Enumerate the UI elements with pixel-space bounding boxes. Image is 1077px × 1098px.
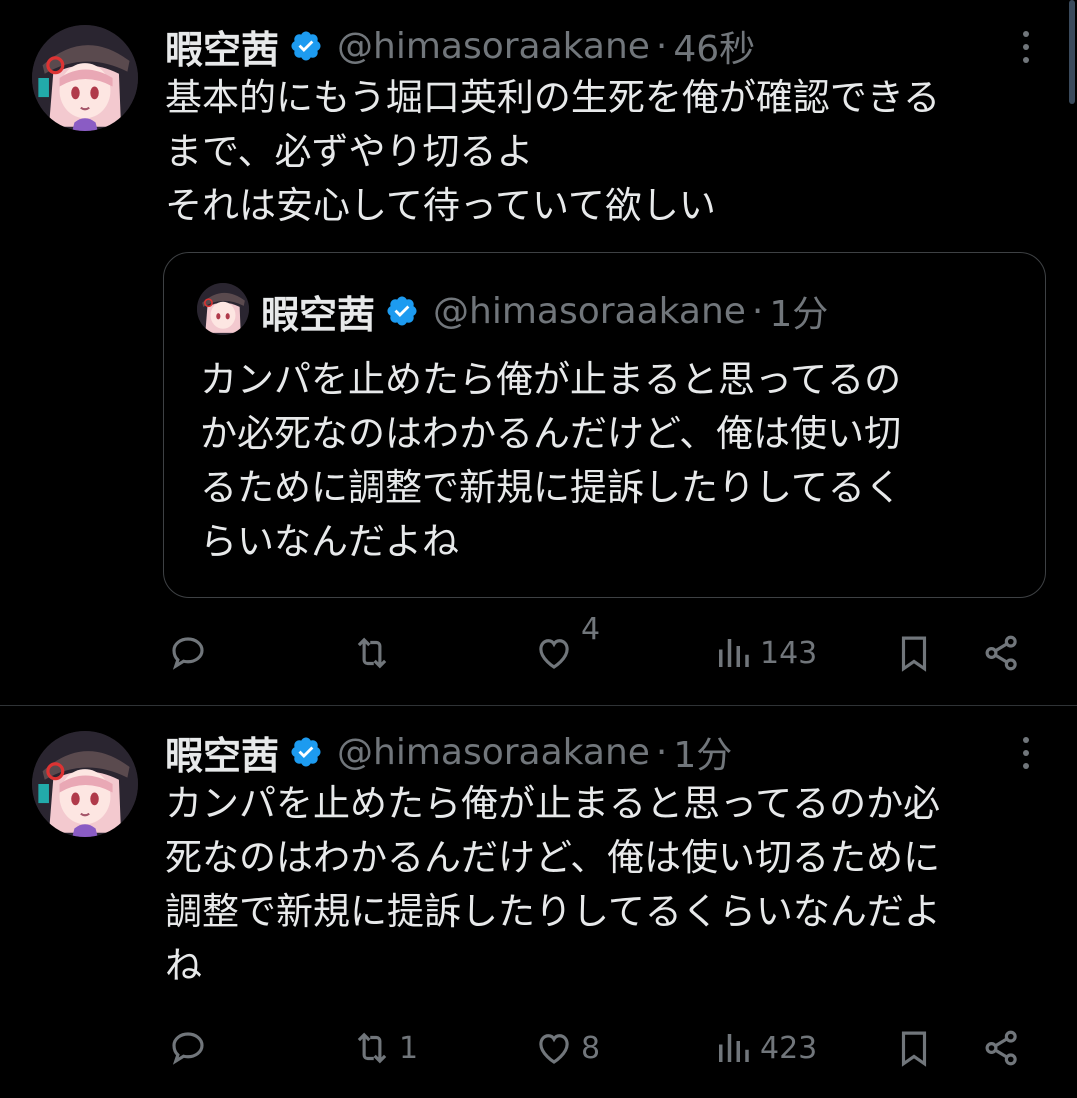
share-button[interactable] [981, 1018, 1023, 1078]
quoted-tweet-text: カンパを止めたら俺が止まると思ってるの か必死なのはわかるんだけど、俺は使い切 … [200, 353, 902, 569]
repost-icon [357, 637, 387, 669]
avatar [197, 283, 249, 335]
tweet[interactable]: 暇空茜 @himasoraakane · 46秒 基本的にもう堀口英利の生死を俺… [0, 0, 1077, 705]
tweet-text-line: それは安心して待っていて欲しい [165, 184, 716, 227]
timestamp[interactable]: 1分 [673, 726, 732, 778]
repost-icon [357, 1032, 387, 1064]
like-button[interactable]: 4 [533, 612, 600, 683]
tweet[interactable]: 暇空茜 @himasoraakane · 1分 カンパを止めたら俺が止まると思っ… [0, 706, 1077, 1098]
share-button[interactable] [981, 623, 1023, 683]
username-handle[interactable]: @himasoraakane [337, 732, 650, 773]
analytics-icon [719, 639, 749, 667]
like-button[interactable]: 8 [533, 1018, 600, 1078]
reply-icon [172, 637, 204, 670]
reply-button[interactable] [167, 1018, 215, 1078]
separator: · [751, 290, 764, 332]
quoted-tweet[interactable]: 暇空茜 @himasoraakane · 1分 カンパを止めたら俺が止まると思っ… [163, 252, 1046, 598]
reply-button[interactable] [167, 623, 215, 683]
tweet-text: 基本的にもう堀口英利の生死を俺が確認できる まで、必ずやり切るよ それは安心して… [165, 71, 1045, 233]
tweet-text-line: カンパを止めたら俺が止まると思ってるのか必 [165, 782, 941, 825]
separator: · [655, 25, 668, 67]
tweet-text-line: まで、必ずやり切るよ [165, 130, 534, 173]
bookmark-button[interactable] [893, 1018, 935, 1078]
tweet-text-line: 基本的にもう堀口英利の生死を俺が確認できる [165, 76, 941, 119]
tweet-text-line: か必死なのはわかるんだけど、俺は使い切 [200, 412, 902, 455]
avatar-image [32, 25, 138, 131]
like-count: 8 [581, 1030, 601, 1066]
avatar-image [197, 283, 249, 335]
repost-count: 1 [399, 1030, 419, 1066]
bookmark-button[interactable] [893, 623, 935, 683]
like-count: 4 [581, 611, 601, 647]
action-bar: 4 143 [0, 612, 1077, 683]
views-button[interactable]: 143 [712, 623, 817, 683]
verified-badge-icon [385, 294, 419, 328]
avatar-image [32, 731, 138, 837]
heart-icon [539, 1034, 569, 1064]
verified-badge-icon [289, 29, 323, 63]
avatar[interactable] [32, 25, 138, 131]
heart-icon [539, 639, 569, 669]
repost-button[interactable] [351, 623, 399, 683]
separator: · [655, 731, 668, 773]
display-name[interactable]: 暇空茜 [165, 725, 279, 780]
repost-button[interactable]: 1 [351, 1018, 418, 1078]
tweet-text-line: ね [165, 944, 202, 987]
share-icon [985, 635, 1017, 671]
bookmark-icon [901, 1031, 927, 1067]
username-handle[interactable]: @himasoraakane [337, 26, 650, 67]
more-options-icon[interactable] [1012, 733, 1040, 773]
views-button[interactable]: 423 [712, 1018, 817, 1078]
tweet-text: カンパを止めたら俺が止まると思ってるのか必 死なのはわかるんだけど、俺は使い切る… [165, 777, 1045, 993]
username-handle: @himasoraakane [433, 290, 746, 332]
display-name: 暇空茜 [261, 292, 376, 337]
action-bar: 1 8 423 [0, 1018, 1077, 1078]
analytics-icon [719, 1034, 749, 1062]
verified-badge-icon [289, 735, 323, 769]
more-options-icon[interactable] [1012, 27, 1040, 67]
avatar[interactable] [32, 731, 138, 837]
tweet-text-line: 死なのはわかるんだけど、俺は使い切るために [165, 836, 941, 879]
bookmark-icon [901, 636, 927, 672]
timestamp: 1分 [769, 294, 829, 335]
view-count: 143 [760, 635, 818, 671]
share-icon [985, 1030, 1017, 1066]
timestamp[interactable]: 46秒 [673, 20, 755, 72]
tweet-text-line: 調整で新規に提訴したりしてるくらいなんだよ [165, 890, 941, 933]
display-name[interactable]: 暇空茜 [165, 19, 279, 74]
tweet-text-line: るために調整で新規に提訴したりしてるく [200, 466, 902, 509]
reply-icon [172, 1032, 204, 1065]
tweet-text-line: らいなんだよね [200, 520, 459, 563]
view-count: 423 [760, 1030, 818, 1066]
tweet-text-line: カンパを止めたら俺が止まると思ってるの [200, 358, 902, 401]
